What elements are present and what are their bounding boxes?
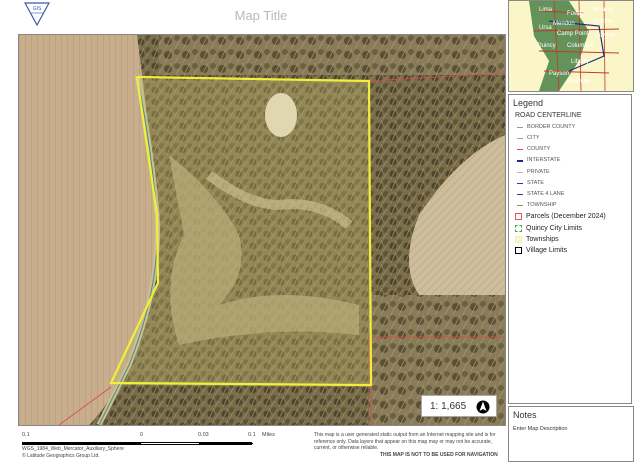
overview-label: Liberty [571,59,589,65]
overview-label: LaPrairie [589,7,614,13]
legend-line-swatch [517,160,523,162]
navigation-warning: THIS MAP IS NOT TO BE USED FOR NAVIGATIO… [380,452,498,458]
legend-road-item: TOWNSHIP [527,202,557,208]
legend-layer-townships: Townships [515,236,559,243]
scale-tick-label: 0.1 [22,432,30,438]
overview-label: Camp Point [557,31,589,37]
overview-label: Mendon [553,21,575,27]
legend-line-swatch [517,205,523,206]
legend-title: Legend [513,98,544,108]
overview-label: Ursa [539,25,552,31]
legend-line-swatch [517,172,523,173]
village-limits-swatch [515,247,522,254]
scale-tick-label: 0 [140,432,144,438]
legend-layer-village-limits: Village Limits [515,247,567,254]
legend-road-item: BORDER COUNTY [527,124,576,130]
legend-line-swatch [517,138,523,139]
overview-label: Columbus [567,43,594,49]
map-print-page: GIS Map Title 1: 1,665 0.1 0 0.03 0.1 Mi… [0,0,640,462]
scale-bar-graphic [22,442,253,445]
legend-road-item: STATE 4 LANE [527,191,565,197]
legend-line-swatch [517,149,523,150]
parcel-swatch [515,213,522,220]
legend-road-item: STATE [527,180,544,186]
overview-label: Quincy [537,43,556,49]
legend-layer-label: Quincy City Limits [526,225,583,232]
legend-layer-parcels: Parcels (December 2024) [515,213,606,220]
overview-label: Plainville [567,79,591,85]
map-header: GIS Map Title [18,0,504,32]
legend-layer-city-limits: Quincy City Limits [515,225,582,232]
scale-label: 1: 1,665 [430,400,467,412]
legend-road-item: COUNTY [527,146,551,152]
legend-layer-label: Parcels (December 2024) [526,213,606,220]
city-limits-swatch [515,225,522,232]
scale-indicator: 1: 1,665 [421,395,497,417]
overview-graphic: Lima Ursa Mendon Camp Point Clayton Quin… [509,1,633,91]
aerial-imagery [19,35,505,425]
scale-tick-label: 0.03 [198,432,209,438]
overview-map[interactable]: Lima Ursa Mendon Camp Point Clayton Quin… [508,0,634,92]
overview-label: Clayton [595,33,615,39]
legend-layer-label: Village Limits [526,247,568,254]
overview-label: Payson [549,71,569,77]
legend-road-item: CITY [527,135,540,141]
sand-patch [265,93,297,137]
legend-line-swatch [517,127,523,128]
disclaimer-text: This map is a user generated static outp… [314,432,496,451]
north-arrow-icon [476,400,490,414]
legend-road-item: INTERSTATE [527,157,561,163]
scale-unit-label: Miles [262,432,275,438]
legend-road-item: PRIVATE [527,169,550,175]
legend-line-swatch [517,194,523,195]
copyright-text: © Latitude Geographics Group Ltd. [22,453,100,459]
map-title[interactable]: Map Title [18,8,504,23]
scale-tick-label: 0.1 [248,432,256,438]
township-swatch [515,236,522,243]
map-footer: 0.1 0 0.03 0.1 Miles WGS_1984_Web_Mercat… [18,426,504,460]
main-map[interactable]: 1: 1,665 [18,34,506,426]
overview-label: Lima [539,7,553,13]
projection-label: WGS_1984_Web_Mercator_Auxiliary_Sphere [22,446,124,452]
notes-title: Notes [513,410,537,420]
legend-line-swatch [517,183,523,184]
legend-layer-label: Townships [526,236,559,243]
legend-panel: Legend ROAD CENTERLINE BORDER COUNTY CIT… [508,94,632,404]
legend-road-heading: ROAD CENTERLINE [515,112,582,119]
overview-label: Fowler [567,11,585,17]
notes-panel: Notes Enter Map Description [508,406,634,462]
notes-description[interactable]: Enter Map Description [513,426,567,432]
overview-label: Golden [593,19,612,25]
